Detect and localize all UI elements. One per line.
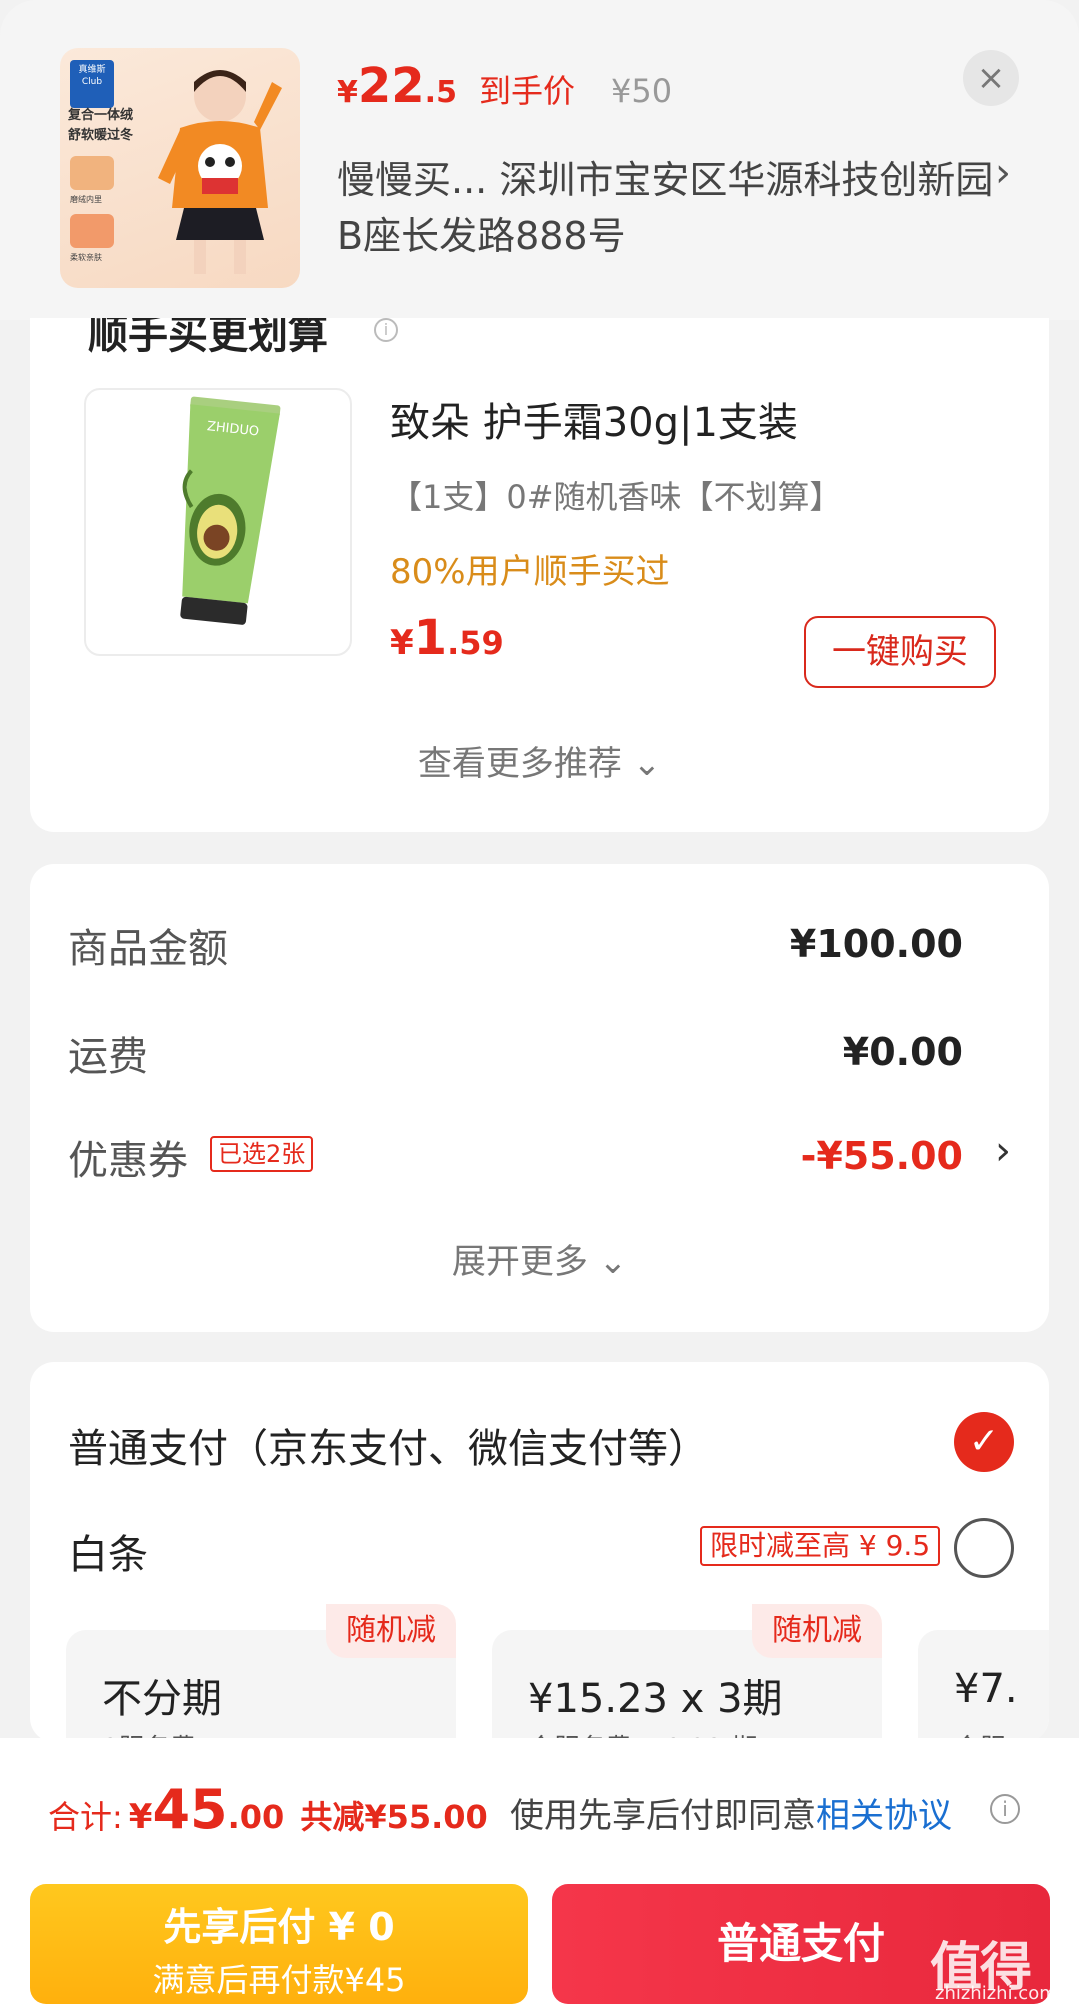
coupon-row[interactable]: 优惠券 已选2张 -¥55.00 › — [68, 1128, 1011, 1188]
brand-logo-text: 真维斯 Club — [78, 65, 106, 87]
one-click-buy-button[interactable]: 一键购买 — [804, 616, 996, 688]
hand-cream-tube-icon: ZHIDUO — [180, 396, 281, 625]
shipping-label: 运费 — [68, 1034, 148, 1080]
payment-method-card: 普通支付（京东支付、微信支付等） ✓ 白条 限时减至高 ¥ 9.5 随机减 不分… — [30, 1362, 1049, 1742]
brand-logo: 真维斯 Club — [70, 60, 114, 108]
agreement-link[interactable]: 相关协议 — [816, 1796, 952, 1836]
pay-later-subtitle: 满意后再付款¥45 — [152, 1961, 406, 1999]
close-icon: × — [976, 58, 1006, 98]
agreement-prefix: 使用先享后付即同意 — [510, 1796, 816, 1836]
price-tag-label: 到手价 — [478, 72, 575, 110]
thumb-slogan: 复合一体绒 舒软暖过冬 — [68, 106, 133, 146]
product-thumbnail[interactable]: 真维斯 Club 复合一体绒 舒软暖过冬 磨绒内里 柔软亲肤 — [60, 48, 300, 288]
delivery-address[interactable]: 慢慢买... 深圳市宝安区华源科技创新园B座长发路888号 — [337, 152, 997, 264]
total-label: 合计: — [48, 1798, 123, 1836]
total-decimal: .00 — [227, 1798, 285, 1836]
agreement-text: 使用先享后付即同意相关协议 — [510, 1788, 952, 1837]
random-discount-tag: 随机减 — [326, 1604, 456, 1658]
price-currency: ¥ — [337, 75, 358, 110]
installment-title: 不分期 — [102, 1676, 222, 1722]
installment-title: ¥15.23 x 3期 — [528, 1676, 783, 1722]
normal-payment-radio-checked[interactable]: ✓ — [954, 1412, 1014, 1472]
coupon-count-badge: 已选2张 — [210, 1136, 314, 1172]
goods-amount-value: ¥100.00 — [789, 922, 963, 966]
total-bar: 合计: ¥ 45 .00 共减¥55.00 使用先享后付即同意相关协议 i — [0, 1738, 1079, 1870]
product-header: 真维斯 Club 复合一体绒 舒软暖过冬 磨绒内里 柔软亲肤 ¥ 22 .5 到… — [0, 0, 1079, 320]
recommend-product-spec: 【1支】0#随机香味【不划算】 — [390, 478, 842, 516]
action-bar: 先享后付 ¥ 0 满意后再付款¥45 普通支付 — [0, 1870, 1079, 2006]
pay-later-button[interactable]: 先享后付 ¥ 0 满意后再付款¥45 — [30, 1884, 528, 2004]
recommend-card: 顺手买更划算 i ZHIDUO 致朵 护手霜30g|1支装 【1支】0#随机香味… — [30, 318, 1049, 832]
installment-option[interactable]: ¥7. 含服 — [918, 1630, 1049, 1742]
chevron-right-icon[interactable]: › — [995, 1128, 1011, 1174]
shipping-row: 运费 ¥0.00 — [68, 1024, 1011, 1084]
expand-more-link[interactable]: 展开更多 ⌄ — [30, 1234, 1049, 1283]
normal-payment-label[interactable]: 普通支付（京东支付、微信支付等） — [68, 1416, 708, 1474]
fabric-swatch — [70, 156, 114, 190]
pay-later-title: 先享后付 ¥ 0 — [163, 1905, 395, 1949]
chevron-right-icon[interactable]: › — [995, 150, 1011, 196]
info-icon[interactable]: i — [374, 318, 398, 342]
goods-amount-row: 商品金额 ¥100.00 — [68, 916, 1011, 976]
watermark-url: zhizhizhi.com — [935, 1983, 1057, 2004]
fabric-swatch — [70, 214, 114, 248]
random-discount-tag: 随机减 — [752, 1604, 882, 1658]
close-button[interactable]: × — [963, 50, 1019, 106]
order-summary-card: 商品金额 ¥100.00 运费 ¥0.00 优惠券 已选2张 -¥55.00 ›… — [30, 864, 1049, 1332]
final-price: ¥ 22 .5 到手价 ¥50 — [337, 58, 672, 118]
thumb-slogan-line-2: 舒软暖过冬 — [68, 128, 134, 143]
fabric-swatch-label: 柔软亲肤 — [70, 253, 102, 262]
info-icon[interactable]: i — [990, 1794, 1020, 1824]
more-recommendations-link[interactable]: 查看更多推荐 ⌄ — [30, 736, 1049, 785]
shipping-value: ¥0.00 — [842, 1030, 963, 1074]
total-integer: 45 — [152, 1778, 228, 1841]
check-icon: ✓ — [968, 1421, 1000, 1462]
baitiao-promo-badge: 限时减至高 ¥ 9.5 — [700, 1526, 941, 1566]
original-price: ¥50 — [610, 72, 673, 110]
coupon-label: 优惠券 — [68, 1138, 188, 1184]
order-total: 合计: ¥ 45 .00 共减¥55.00 — [48, 1778, 488, 1841]
installment-option[interactable]: 随机减 不分期 0服务费 — [66, 1604, 456, 1742]
coupon-discount-value: -¥55.00 — [800, 1134, 963, 1178]
baitiao-radio[interactable] — [954, 1518, 1014, 1578]
baitiao-label[interactable]: 白条 — [68, 1522, 148, 1580]
goods-amount-label: 商品金额 — [68, 926, 228, 972]
recommend-bought-ratio: 80%用户顺手买过 — [390, 552, 670, 592]
recommend-price-currency: ¥ — [390, 623, 414, 663]
recommend-product-name[interactable]: 致朵 护手霜30g|1支装 — [390, 390, 798, 448]
recommend-price-decimal: .59 — [447, 624, 504, 662]
recommend-price-integer: 1 — [413, 610, 448, 666]
total-savings: 共减¥55.00 — [300, 1798, 488, 1836]
recommend-product-image[interactable]: ZHIDUO — [84, 388, 352, 656]
installment-title: ¥7. — [954, 1666, 1018, 1712]
price-integer: 22 — [357, 58, 425, 114]
recommend-price: ¥ 1 .59 — [390, 610, 504, 666]
price-decimal: .5 — [424, 75, 457, 110]
thumb-slogan-line-1: 复合一体绒 — [68, 108, 134, 123]
total-currency: ¥ — [128, 1797, 153, 1837]
installment-option[interactable]: 随机减 ¥15.23 x 3期 含服务费 ¥ 0.23/期 — [492, 1604, 882, 1742]
child-model-image — [158, 70, 282, 274]
fabric-swatch-label: 磨绒内里 — [70, 195, 102, 204]
recommend-title: 顺手买更划算 — [88, 318, 328, 358]
